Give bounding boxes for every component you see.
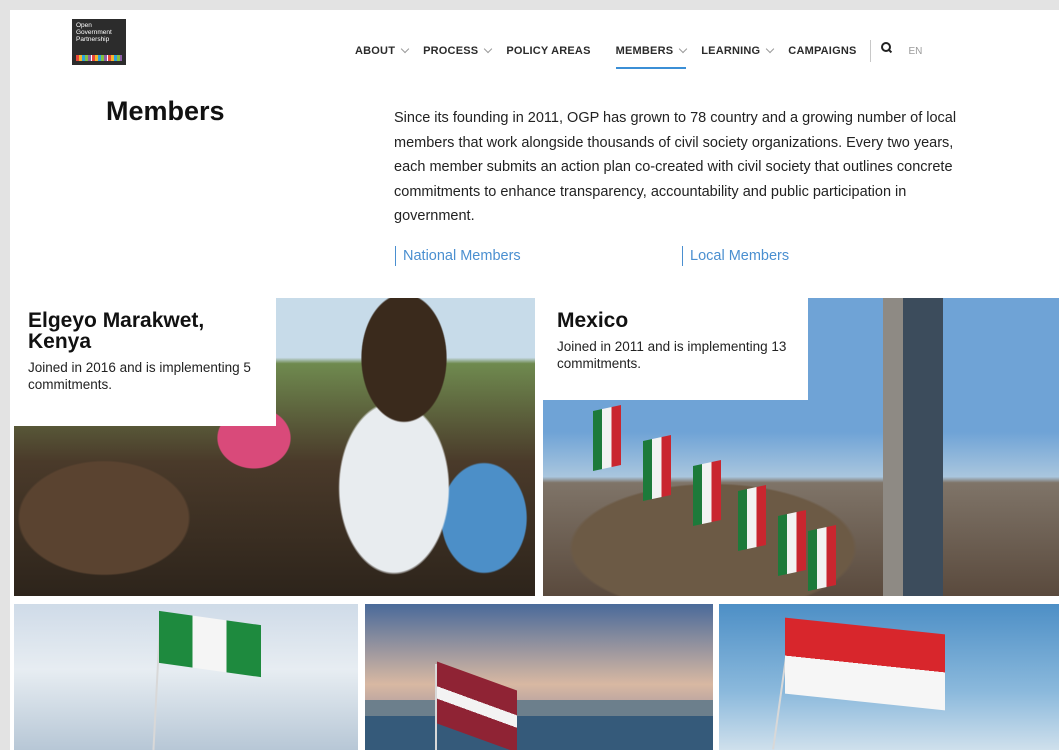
nav-about-label: ABOUT xyxy=(355,45,396,57)
nav-about[interactable]: ABOUT xyxy=(355,40,410,62)
member-card-mexico[interactable]: Mexico Joined in 2011 and is implementin… xyxy=(543,298,808,400)
nav-campaigns[interactable]: CAMPAIGNS xyxy=(788,40,856,62)
chevron-down-icon xyxy=(400,44,410,54)
nav-policy-areas[interactable]: POLICY AREAS xyxy=(506,40,590,62)
local-members-link[interactable]: Local Members xyxy=(682,246,789,266)
chevron-down-icon xyxy=(766,44,775,54)
intro-paragraph: Since its founding in 2011, OGP has grow… xyxy=(394,110,957,224)
mexico-flag xyxy=(643,435,671,501)
national-members-link[interactable]: National Members xyxy=(395,246,521,266)
page-title: Members xyxy=(106,96,225,126)
nav-members[interactable]: MEMBERS xyxy=(615,40,688,69)
nav-divider xyxy=(869,40,871,62)
language-switch[interactable]: EN xyxy=(909,46,923,57)
nav-learning-label: LEARNING xyxy=(701,45,761,57)
nav-process[interactable]: PROCESS xyxy=(423,40,493,62)
latvia-flag xyxy=(437,661,517,750)
page: Open Government Partnership ABOUT PROCES… xyxy=(10,10,1059,750)
nav-process-label: PROCESS xyxy=(423,45,479,57)
nav-campaigns-label: CAMPAIGNS xyxy=(788,45,857,57)
nav-members-label: MEMBERS xyxy=(615,45,674,57)
logo-stripes xyxy=(76,55,122,61)
mexico-flag xyxy=(693,460,721,526)
mexico-flag xyxy=(808,525,836,591)
nigeria-photo[interactable] xyxy=(14,604,358,750)
member-name: Elgeyo Marakwet, Kenya xyxy=(28,309,205,353)
mexico-flag xyxy=(738,485,766,551)
chevron-down-icon xyxy=(679,44,688,54)
mexico-flag xyxy=(778,510,806,576)
mexico-flag xyxy=(593,405,621,471)
nigeria-flag xyxy=(159,610,261,678)
member-name: Mexico xyxy=(557,309,629,332)
member-subtitle: Joined in 2011 and is implementing 13 co… xyxy=(557,339,787,371)
ogp-logo[interactable]: Open Government Partnership xyxy=(72,19,126,65)
indonesia-photo[interactable] xyxy=(719,604,1059,750)
main-nav: ABOUT PROCESS POLICY AREAS MEMBERS LEARN… xyxy=(355,40,923,69)
logo-text: Open Government Partnership xyxy=(76,22,112,43)
latvia-photo[interactable] xyxy=(365,604,713,750)
search-icon[interactable] xyxy=(880,42,893,54)
nav-learning[interactable]: LEARNING xyxy=(701,40,775,62)
member-card-kenya[interactable]: Elgeyo Marakwet, Kenya Joined in 2016 an… xyxy=(14,298,276,426)
nav-policy-areas-label: POLICY AREAS xyxy=(506,45,591,57)
indonesia-flag xyxy=(785,617,945,711)
chevron-down-icon xyxy=(484,44,493,54)
member-subtitle: Joined in 2016 and is implementing 5 com… xyxy=(28,360,251,392)
